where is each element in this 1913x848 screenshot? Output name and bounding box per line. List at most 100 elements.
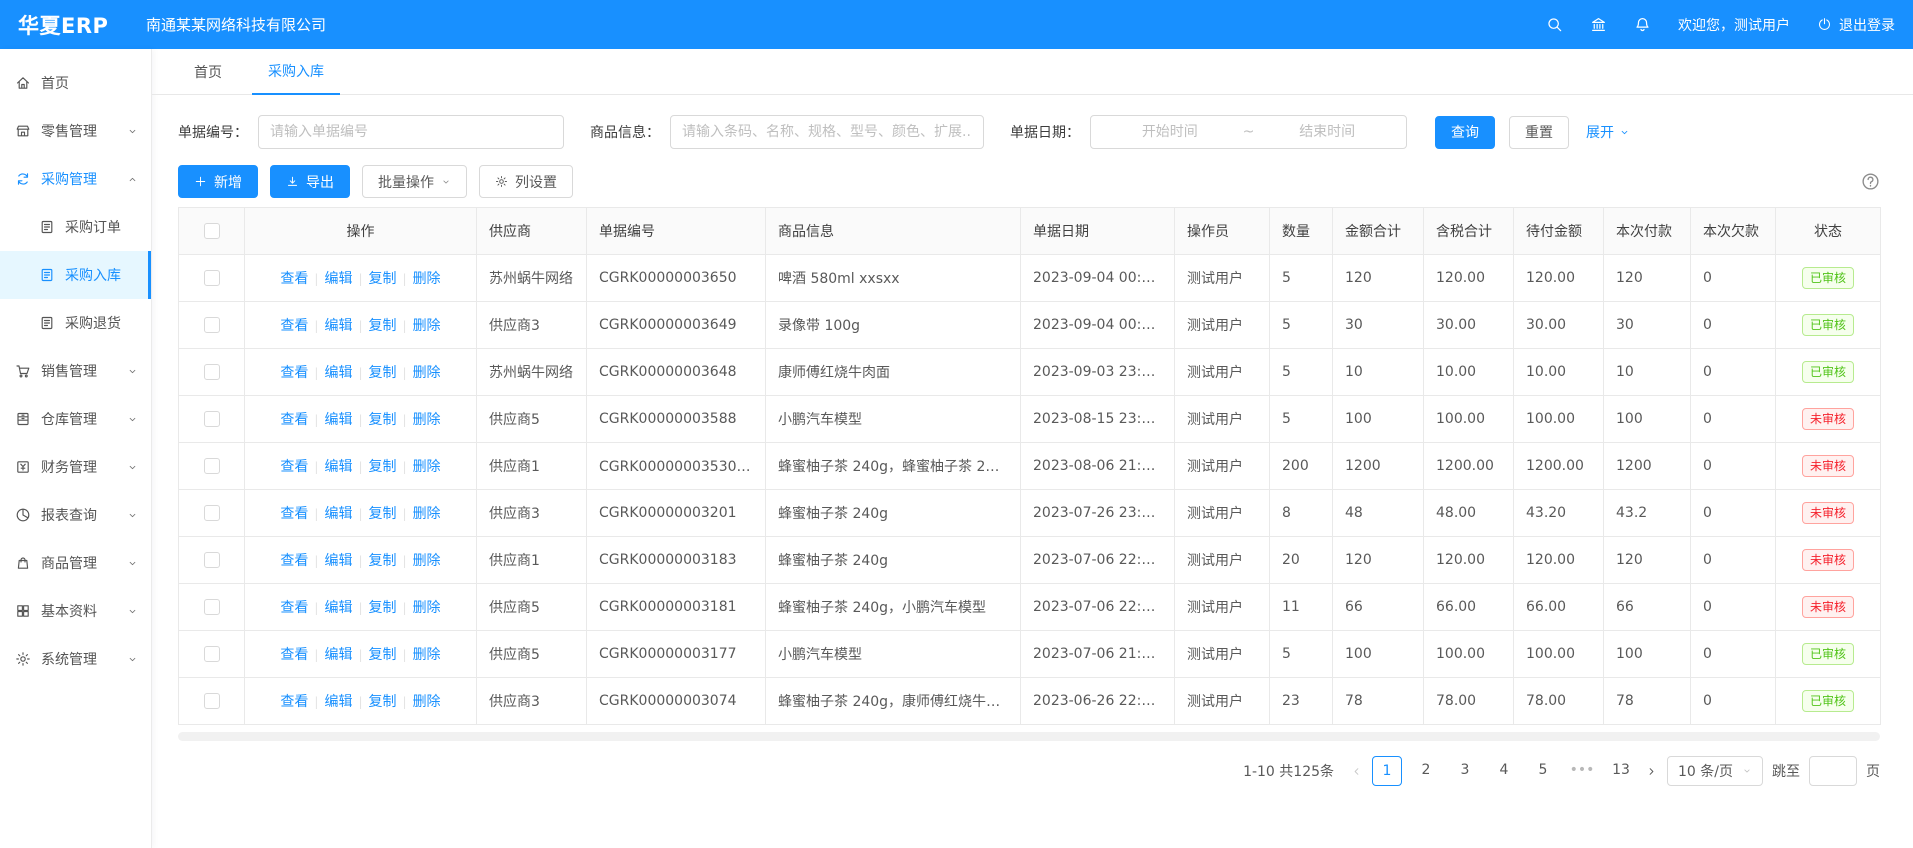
action-delete[interactable]: 删除 [413,271,441,287]
search-button[interactable]: 查询 [1435,116,1495,149]
action-view[interactable]: 查看 [280,318,308,334]
sidebar-item-sales[interactable]: 销售管理 [0,347,151,395]
action-view[interactable]: 查看 [280,365,308,381]
sidebar-item-basic-data[interactable]: 基本资料 [0,587,151,635]
action-edit[interactable]: 编辑 [324,318,352,334]
product-input[interactable] [670,115,984,149]
action-edit[interactable]: 编辑 [324,600,352,616]
row-checkbox[interactable] [204,411,220,427]
action-copy[interactable]: 复制 [369,506,397,522]
action-copy[interactable]: 复制 [369,647,397,663]
tab-1[interactable]: 采购入库 [252,49,340,95]
row-checkbox[interactable] [204,458,220,474]
pagination-page-5[interactable]: 5 [1528,756,1558,786]
action-copy[interactable]: 复制 [369,318,397,334]
action-view[interactable]: 查看 [280,600,308,616]
logout-button[interactable]: 退出登录 [1817,15,1895,35]
pagination-ellipsis[interactable]: ••• [1567,756,1597,786]
action-edit[interactable]: 编辑 [324,459,352,475]
action-delete[interactable]: 删除 [413,647,441,663]
sidebar-item-retail[interactable]: 零售管理 [0,107,151,155]
prev-page-icon[interactable] [1350,765,1363,778]
action-edit[interactable]: 编辑 [324,553,352,569]
action-edit[interactable]: 编辑 [324,412,352,428]
action-delete[interactable]: 删除 [413,694,441,710]
row-checkbox[interactable] [204,693,220,709]
top-bar: 华夏ERP 南通某某网络科技有限公司 欢迎您，测试用户 退出登录 [0,0,1913,49]
sidebar-item-products[interactable]: 商品管理 [0,539,151,587]
cell-debt: 0 [1691,490,1776,537]
action-delete[interactable]: 删除 [413,412,441,428]
page-size-select[interactable]: 10 条/页 [1667,756,1763,786]
action-view[interactable]: 查看 [280,412,308,428]
action-view[interactable]: 查看 [280,553,308,569]
select-all-checkbox[interactable] [204,223,220,239]
action-copy[interactable]: 复制 [369,271,397,287]
sidebar-item-purchase-inbound[interactable]: 采购入库 [0,251,151,299]
action-copy[interactable]: 复制 [369,694,397,710]
add-button[interactable]: 新增 [178,165,258,198]
sidebar-item-reports[interactable]: 报表查询 [0,491,151,539]
date-range-picker[interactable]: ~ [1090,115,1407,149]
action-copy[interactable]: 复制 [369,553,397,569]
action-edit[interactable]: 编辑 [324,365,352,381]
action-view[interactable]: 查看 [280,506,308,522]
pagination-page-3[interactable]: 3 [1450,756,1480,786]
action-view[interactable]: 查看 [280,647,308,663]
expand-link[interactable]: 展开 [1586,122,1630,142]
sidebar-item-finance[interactable]: 财务管理 [0,443,151,491]
reset-button[interactable]: 重置 [1509,116,1569,149]
action-delete[interactable]: 删除 [413,506,441,522]
action-view[interactable]: 查看 [280,271,308,287]
action-delete[interactable]: 删除 [413,553,441,569]
action-edit[interactable]: 编辑 [324,694,352,710]
bell-icon[interactable] [1634,16,1651,33]
action-copy[interactable]: 复制 [369,600,397,616]
row-checkbox[interactable] [204,270,220,286]
jump-page-input[interactable] [1809,756,1857,786]
date-end-input[interactable] [1256,124,1398,140]
row-checkbox[interactable] [204,317,220,333]
action-delete[interactable]: 删除 [413,365,441,381]
action-separator: | [358,695,362,709]
next-page-icon[interactable] [1645,765,1658,778]
sidebar-item-label: 采购订单 [65,217,121,237]
sidebar-item-purchase-return[interactable]: 采购退货 [0,299,151,347]
bill-no-input[interactable] [258,115,564,149]
action-delete[interactable]: 删除 [413,459,441,475]
date-start-input[interactable] [1099,124,1241,140]
action-view[interactable]: 查看 [280,694,308,710]
batch-actions-label: 批量操作 [378,172,434,192]
pagination-page-4[interactable]: 4 [1489,756,1519,786]
action-copy[interactable]: 复制 [369,365,397,381]
action-delete[interactable]: 删除 [413,600,441,616]
action-copy[interactable]: 复制 [369,459,397,475]
tab-0[interactable]: 首页 [178,49,238,95]
sidebar-item-home[interactable]: 首页 [0,59,151,107]
row-checkbox[interactable] [204,599,220,615]
sidebar-item-warehouse[interactable]: 仓库管理 [0,395,151,443]
sidebar-item-purchase-order[interactable]: 采购订单 [0,203,151,251]
action-edit[interactable]: 编辑 [324,271,352,287]
export-button[interactable]: 导出 [270,165,350,198]
row-checkbox[interactable] [204,552,220,568]
row-checkbox[interactable] [204,364,220,380]
bank-icon[interactable] [1590,16,1607,33]
sidebar-item-purchase[interactable]: 采购管理 [0,155,151,203]
action-edit[interactable]: 编辑 [324,506,352,522]
action-view[interactable]: 查看 [280,459,308,475]
action-edit[interactable]: 编辑 [324,647,352,663]
help-icon[interactable] [1861,172,1880,191]
batch-actions-button[interactable]: 批量操作 [362,165,467,198]
sidebar-item-system[interactable]: 系统管理 [0,635,151,683]
column-settings-button[interactable]: 列设置 [479,165,573,198]
pagination-page-1[interactable]: 1 [1372,756,1402,786]
row-checkbox[interactable] [204,505,220,521]
horizontal-scrollbar[interactable] [178,732,1880,741]
search-icon[interactable] [1546,16,1563,33]
pagination-page-13[interactable]: 13 [1606,756,1636,786]
pagination-page-2[interactable]: 2 [1411,756,1441,786]
action-copy[interactable]: 复制 [369,412,397,428]
action-delete[interactable]: 删除 [413,318,441,334]
row-checkbox[interactable] [204,646,220,662]
